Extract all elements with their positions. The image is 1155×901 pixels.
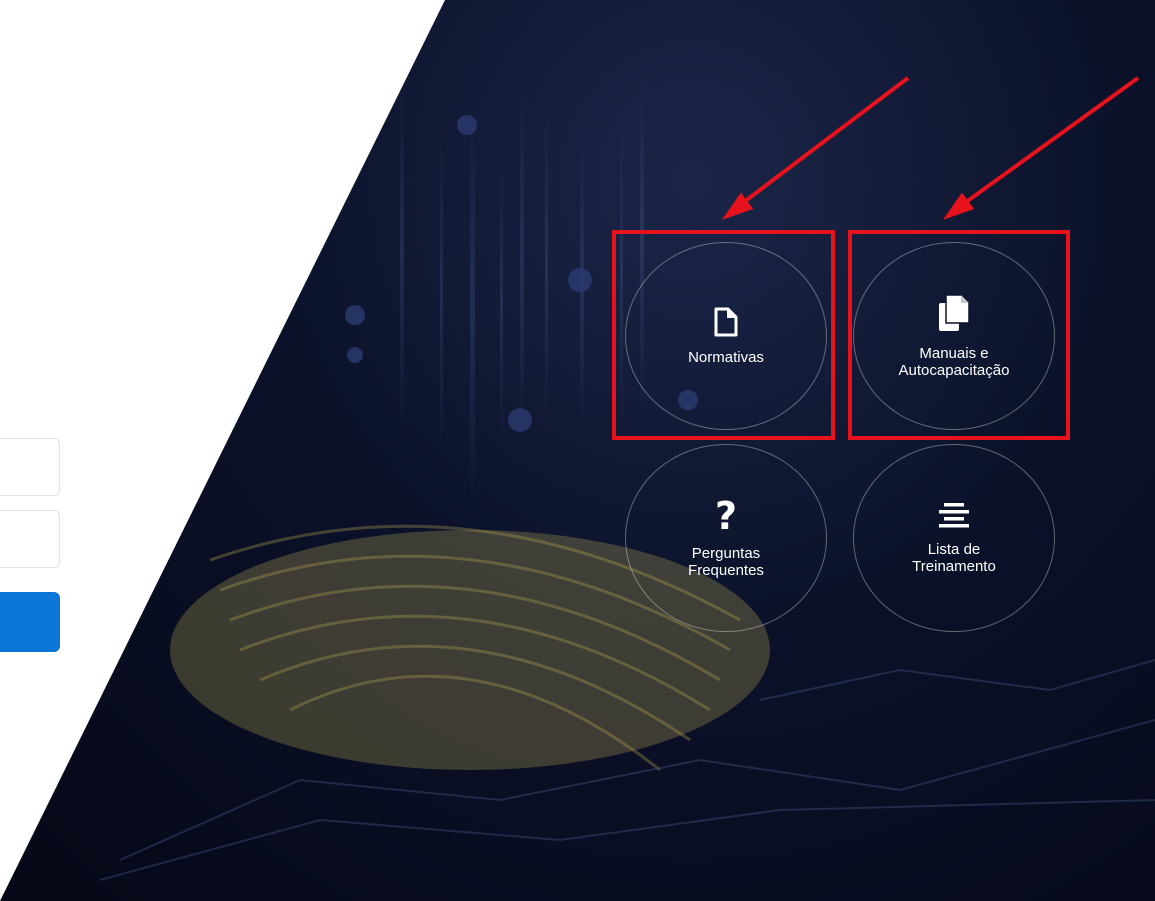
- menu-item-label: Lista de Treinamento: [912, 541, 996, 575]
- align-center-icon: [939, 503, 969, 528]
- password-input[interactable]: [0, 510, 60, 568]
- svg-text:?: ?: [715, 497, 737, 533]
- username-input[interactable]: [0, 438, 60, 496]
- menu-item-lista[interactable]: Lista de Treinamento: [853, 444, 1055, 632]
- login-button[interactable]: [0, 592, 60, 652]
- highlight-box-manuais: [848, 230, 1070, 440]
- question-icon: ?: [715, 497, 737, 533]
- menu-item-label: Perguntas Frequentes: [688, 545, 764, 579]
- menu-item-perguntas[interactable]: ? Perguntas Frequentes: [625, 444, 827, 632]
- highlight-box-normativas: [612, 230, 835, 440]
